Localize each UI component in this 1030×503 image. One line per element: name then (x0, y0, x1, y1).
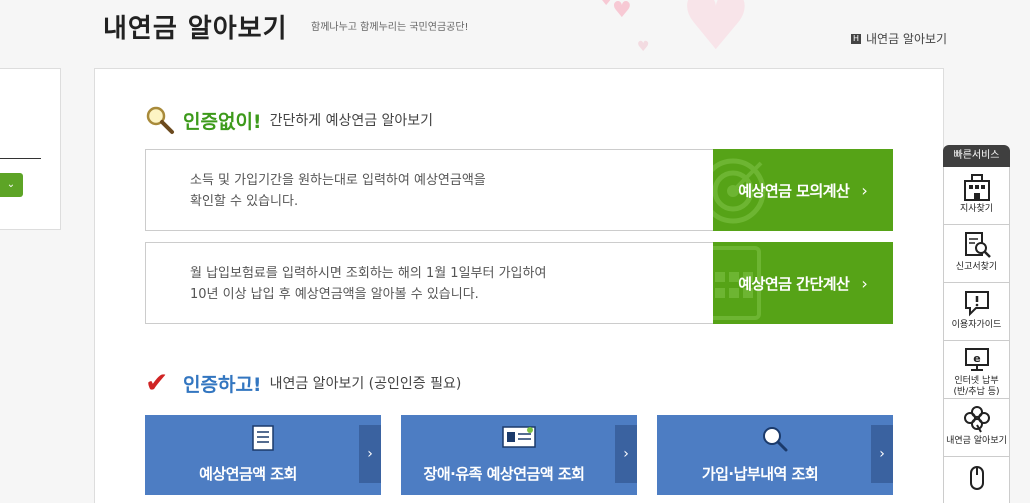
section-emphasis: 인증없이! (183, 110, 262, 133)
desc-line: 소득 및 가입기간을 원하는대로 입력하여 예상연금액을 (190, 173, 486, 188)
button-label: 예상연금 간단계산 (738, 274, 850, 293)
quick-item-forms[interactable]: 신고서찾기 (943, 225, 1010, 283)
search-icon (657, 425, 893, 457)
card-label: 가입·납부내역 조회 (701, 465, 819, 483)
page-title: 내연금 알아보기 (103, 14, 288, 44)
chevron-right-icon: › (861, 273, 868, 293)
breadcrumb-label: 내연금 알아보기 (866, 32, 948, 46)
section-text: 간단하게 예상연금 알아보기 (269, 113, 434, 129)
mock-calc-box: 소득 및 가입기간을 원하는대로 입력하여 예상연금액을 확인할 수 있습니다.… (145, 149, 893, 231)
page-subtitle: 함께나누고 함께누리는 국민연금공단! (311, 22, 469, 33)
monitor-e-icon: e (964, 348, 989, 371)
divider (0, 158, 41, 159)
disability-survivor-card[interactable]: 장애·유족 예상연금액 조회 › (401, 415, 637, 495)
mouse-icon (969, 466, 984, 490)
left-panel: ⌄ (0, 68, 61, 230)
svg-text:e: e (973, 352, 980, 365)
quick-item-label: 지사찾기 (959, 204, 994, 214)
desc-line: 월 납입보험료를 입력하시면 조회하는 해의 1월 1일부터 가입하여 (190, 266, 547, 281)
breadcrumb[interactable]: H 내연금 알아보기 (851, 30, 947, 47)
desc-line: 10년 이상 납입 후 예상연금액을 알아볼 수 있습니다. (190, 287, 479, 302)
quick-item-my-pension[interactable]: 내연금 알아보기 (943, 399, 1010, 457)
chevron-right-icon: › (871, 425, 893, 483)
quick-item-label: 인터넷 납부 (반/추납 등) (953, 376, 1000, 397)
quick-service-panel: 빠른서비스 지사찾기 신고서찾기 이용자가이드 e 인터넷 납부 (반/추납 등… (943, 145, 1010, 503)
heart-decoration-icon: ♥ (637, 39, 650, 55)
home-icon: H (851, 33, 861, 44)
quick-service-title: 빠른서비스 (943, 145, 1010, 167)
quick-item-label: 신고서찾기 (955, 262, 998, 272)
heart-decoration-icon: ♥ (600, 0, 613, 9)
document-search-icon (964, 232, 991, 258)
chevron-right-icon: › (359, 425, 381, 483)
heart-decoration-icon: ♥ (612, 0, 632, 23)
desc-line: 확인할 수 있습니다. (190, 194, 299, 209)
quick-item-mouse[interactable] (943, 457, 1010, 503)
calc-description: 소득 및 가입기간을 원하는대로 입력하여 예상연금액을 확인할 수 있습니다. (190, 170, 670, 212)
quick-item-label: 내연금 알아보기 (946, 436, 1007, 446)
expected-pension-card[interactable]: 예상연금액 조회 › (145, 415, 381, 495)
main-content: 인증없이! 간단하게 예상연금 알아보기 소득 및 가입기간을 원하는대로 입력… (94, 68, 944, 503)
button-label: 예상연금 모의계산 (738, 181, 850, 200)
dropdown-button[interactable]: ⌄ (0, 173, 23, 197)
section-text: 내연금 알아보기 (공인인증 필요) (269, 376, 462, 392)
card-label: 장애·유족 예상연금액 조회 (423, 465, 585, 483)
section-emphasis: 인증하고! (183, 373, 262, 396)
calc-description: 월 납입보험료를 입력하시면 조회하는 해의 1월 1일부터 가입하여 10년 … (190, 263, 670, 305)
building-icon (963, 174, 990, 201)
quick-item-branch[interactable]: 지사찾기 (943, 167, 1010, 225)
enrollment-payment-card[interactable]: 가입·납부내역 조회 › (657, 415, 893, 495)
simple-calc-box: 월 납입보험료를 입력하시면 조회하는 해의 1월 1일부터 가입하여 10년 … (145, 242, 893, 324)
chevron-right-icon: › (861, 180, 868, 200)
simple-calc-button[interactable]: 예상연금 간단계산 › (713, 242, 893, 324)
document-icon (145, 425, 381, 455)
checkmark-icon: ✔ (145, 366, 169, 399)
section-no-cert-heading: 인증없이! 간단하게 예상연금 알아보기 (145, 105, 433, 135)
chevron-right-icon: › (615, 425, 637, 483)
quick-item-guide[interactable]: 이용자가이드 (943, 283, 1010, 341)
id-card-icon (401, 425, 637, 453)
quick-item-label: 이용자가이드 (951, 320, 1002, 330)
clover-icon (963, 406, 990, 433)
mock-calc-button[interactable]: 예상연금 모의계산 › (713, 149, 893, 231)
card-label: 예상연금액 조회 (199, 465, 297, 483)
speech-bubble-icon (964, 291, 989, 317)
quick-item-internet-payment[interactable]: e 인터넷 납부 (반/추납 등) (943, 341, 1010, 399)
heart-decoration-icon: ♥ (680, 0, 752, 68)
magnifier-icon (145, 105, 175, 135)
section-cert-heading: ✔ 인증하고! 내연금 알아보기 (공인인증 필요) (145, 369, 461, 397)
